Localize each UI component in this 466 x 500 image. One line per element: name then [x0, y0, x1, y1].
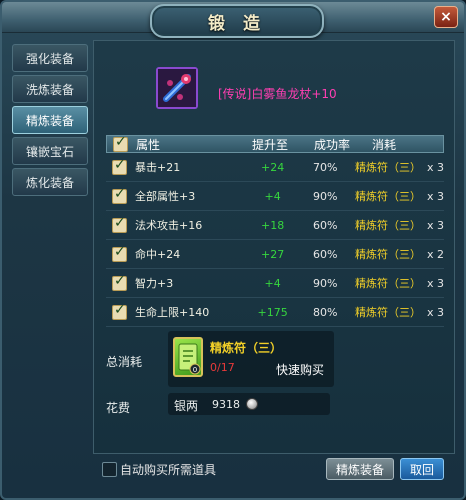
- table-header: ✓ 属性 提升至 成功率 消耗: [106, 133, 444, 153]
- fee-currency: 银两: [174, 399, 199, 413]
- side-nav: 强化装备 洗炼装备 精炼装备 镶嵌宝石 炼化装备: [12, 44, 92, 199]
- auto-buy-checkbox[interactable]: [102, 462, 117, 477]
- table-row: ✓ 法术攻击+16 +18 60% 精炼符（三） x 3: [106, 211, 444, 240]
- select-all-checkbox[interactable]: ✓: [113, 133, 128, 152]
- title-plaque: 锻 造: [150, 4, 324, 38]
- row-cost-item: 精炼符（三）: [354, 190, 421, 203]
- silver-coin-icon: [246, 398, 258, 410]
- header-attribute: 属性: [136, 137, 161, 152]
- row-cost-qty: x 3: [426, 306, 444, 319]
- row-attribute: 暴击+21: [135, 161, 181, 174]
- row-cost: 精炼符（三） x 3: [351, 304, 444, 320]
- row-cost: 精炼符（三） x 3: [351, 159, 444, 175]
- row-cost-item: 精炼符（三）: [354, 161, 421, 174]
- row-cost: 精炼符（三） x 3: [351, 188, 444, 204]
- item-name: [传说]白雾鱼龙杖+10: [218, 87, 337, 101]
- header-success-rate: 成功率: [314, 137, 351, 152]
- row-checkbox[interactable]: ✓: [112, 214, 127, 233]
- check-icon: ✓: [114, 214, 126, 231]
- row-cost-item: 精炼符（三）: [354, 277, 421, 290]
- row-checkbox[interactable]: ✓: [112, 156, 127, 175]
- row-attribute: 全部属性+3: [135, 190, 196, 203]
- row-upgrade-to: +4: [264, 276, 281, 290]
- row-attribute: 命中+24: [135, 248, 181, 261]
- row-cost-item: 精炼符（三）: [354, 219, 421, 232]
- slot-count: 0: [193, 366, 197, 374]
- row-checkbox[interactable]: ✓: [112, 185, 127, 204]
- total-cost-label: 总消耗: [106, 355, 143, 369]
- check-icon: ✓: [114, 272, 126, 289]
- cost-item-count: 0/17: [210, 361, 235, 374]
- check-icon: ✓: [114, 156, 126, 173]
- retrieve-button[interactable]: 取回: [400, 458, 444, 480]
- row-rate: 90%: [312, 276, 338, 290]
- window-title: 锻 造: [208, 13, 266, 34]
- row-cost-qty: x 3: [426, 277, 444, 290]
- table-row: ✓ 命中+24 +27 60% 精炼符（三） x 2: [106, 240, 444, 269]
- row-upgrade-to: +175: [257, 305, 288, 319]
- row-cost: 精炼符（三） x 2: [351, 246, 444, 262]
- close-button[interactable]: ×: [434, 6, 458, 28]
- row-upgrade-to: +27: [261, 247, 285, 261]
- row-cost-qty: x 2: [426, 248, 444, 261]
- refine-scroll-icon[interactable]: 0: [173, 337, 203, 377]
- nav-item-strengthen[interactable]: 强化装备: [12, 44, 88, 72]
- nav-item-reroll[interactable]: 洗炼装备: [12, 75, 88, 103]
- fee-label: 花费: [106, 401, 131, 415]
- scroll-icon: 0: [178, 343, 201, 375]
- table-row: ✓ 暴击+21 +24 70% 精炼符（三） x 3: [106, 153, 444, 182]
- check-icon: ✓: [114, 301, 126, 318]
- nav-item-refine[interactable]: 精炼装备: [12, 106, 88, 134]
- row-rate: 60%: [312, 247, 338, 261]
- cost-item-box: 0 精炼符（三） 0/17 快速购买: [168, 331, 334, 387]
- quick-buy-link[interactable]: 快速购买: [276, 361, 324, 378]
- row-cost-item: 精炼符（三）: [354, 248, 421, 261]
- table-row: ✓ 智力+3 +4 90% 精炼符（三） x 3: [106, 269, 444, 298]
- fee-amount: 9318: [212, 398, 240, 411]
- row-cost: 精炼符（三） x 3: [351, 275, 444, 291]
- row-upgrade-to: +24: [261, 160, 285, 174]
- row-checkbox[interactable]: ✓: [112, 243, 127, 262]
- row-cost-item: 精炼符（三）: [354, 306, 421, 319]
- auto-buy-label: 自动购买所需道具: [120, 463, 217, 477]
- row-rate: 70%: [312, 160, 338, 174]
- row-rate: 90%: [312, 189, 338, 203]
- refine-equipment-button[interactable]: 精炼装备: [326, 458, 394, 480]
- check-icon: ✓: [114, 185, 126, 202]
- row-upgrade-to: +4: [264, 189, 281, 203]
- row-cost-qty: x 3: [426, 161, 444, 174]
- row-cost: 精炼符（三） x 3: [351, 217, 444, 233]
- equipment-slot[interactable]: [156, 67, 198, 109]
- row-cost-qty: x 3: [426, 190, 444, 203]
- check-icon: ✓: [115, 133, 127, 150]
- refine-panel: [传说]白雾鱼龙杖+10 ✓ 属性 提升至 成功率 消耗 ✓ 暴击+21 +24…: [93, 40, 455, 454]
- row-rate: 60%: [312, 218, 338, 232]
- row-rate: 80%: [312, 305, 338, 319]
- row-attribute: 法术攻击+16: [135, 219, 203, 232]
- staff-icon: [158, 69, 196, 107]
- header-cost: 消耗: [372, 137, 397, 152]
- table-row: ✓ 生命上限+140 +175 80% 精炼符（三） x 3: [106, 298, 444, 327]
- cost-item-name: 精炼符（三）: [210, 341, 283, 355]
- check-icon: ✓: [114, 243, 126, 260]
- header-upgrade-to: 提升至: [252, 137, 289, 152]
- row-checkbox[interactable]: ✓: [112, 272, 127, 291]
- nav-item-smelt[interactable]: 炼化装备: [12, 168, 88, 196]
- row-upgrade-to: +18: [261, 218, 285, 232]
- fee-box: 银两 9318: [168, 393, 330, 415]
- table-row: ✓ 全部属性+3 +4 90% 精炼符（三） x 3: [106, 182, 444, 211]
- row-checkbox[interactable]: ✓: [112, 301, 127, 320]
- row-attribute: 生命上限+140: [135, 306, 210, 319]
- nav-item-inlay-gem[interactable]: 镶嵌宝石: [12, 137, 88, 165]
- row-attribute: 智力+3: [135, 277, 174, 290]
- row-cost-qty: x 3: [426, 219, 444, 232]
- forge-window: 锻 造 × 强化装备 洗炼装备 精炼装备 镶嵌宝石 炼化装备 [传说]白雾鱼龙杖…: [0, 0, 466, 500]
- attribute-table: ✓ 属性 提升至 成功率 消耗 ✓ 暴击+21 +24 70% 精炼符（三） x …: [106, 133, 444, 327]
